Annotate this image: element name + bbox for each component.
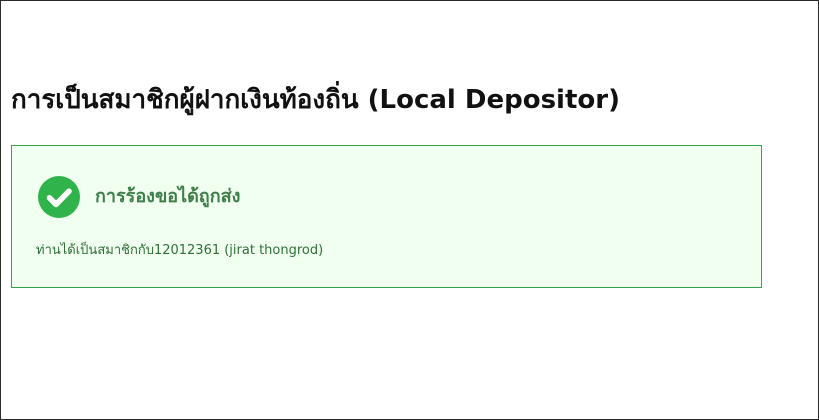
page-title: การเป็นสมาชิกผู้ฝากเงินท้องถิ่น (Local D… xyxy=(11,85,620,115)
check-circle-icon xyxy=(38,176,80,218)
success-message-panel: การร้องขอได้ถูกส่ง ท่านได้เป็นสมาชิกกับ1… xyxy=(11,145,762,288)
membership-confirmation-text: ท่านได้เป็นสมาชิกกับ12012361 (jirat thon… xyxy=(36,243,324,258)
app-window: การเป็นสมาชิกผู้ฝากเงินท้องถิ่น (Local D… xyxy=(0,0,819,420)
success-heading: การร้องขอได้ถูกส่ง xyxy=(95,186,241,207)
